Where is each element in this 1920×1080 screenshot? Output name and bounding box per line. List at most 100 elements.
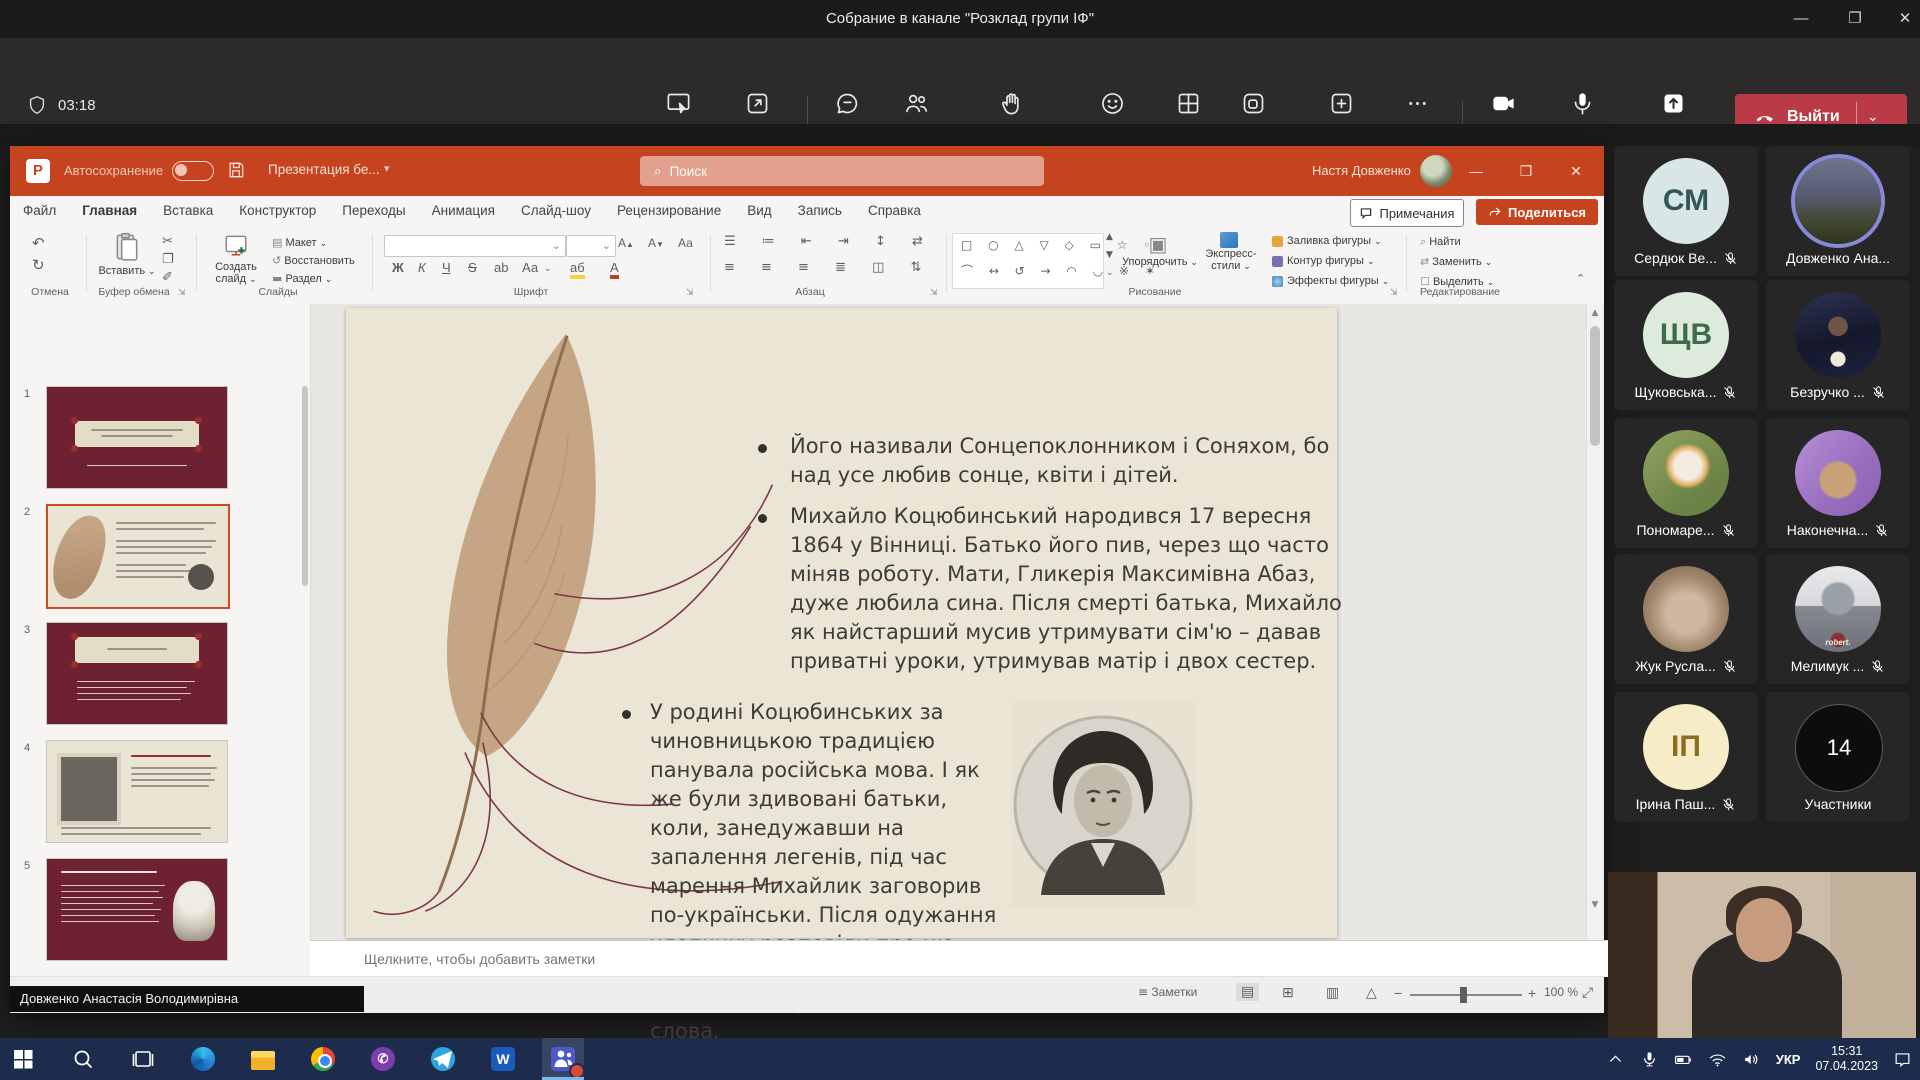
font-name-combobox[interactable]: ⌄ — [384, 235, 566, 257]
participant-tile[interactable]: СМ Сердюк Ве... — [1614, 146, 1758, 276]
increase-font-button[interactable]: А▲ — [618, 236, 634, 250]
camera-button[interactable]: Камера — [1482, 90, 1526, 138]
italic-button[interactable]: К — [418, 260, 426, 275]
doc-dropdown-icon[interactable]: ▾ — [384, 162, 390, 175]
copy-button[interactable]: ❐ — [162, 252, 174, 267]
participant-tile[interactable]: Жук Русла... — [1614, 554, 1758, 684]
chevron-down-icon[interactable]: ⌄ — [1857, 109, 1889, 125]
tab-record[interactable]: Запись — [785, 196, 855, 228]
chat-button[interactable]: Чат — [834, 90, 861, 138]
notes-toggle-button[interactable]: ≡ Заметки — [1138, 985, 1197, 999]
participants-count-tile[interactable]: 14 Участники — [1766, 692, 1910, 822]
participant-tile[interactable]: robert. Мелимук ... — [1766, 554, 1910, 684]
highlight-color-button[interactable]: аб — [570, 260, 585, 279]
autosave-toggle[interactable] — [172, 161, 214, 181]
telegram-icon[interactable] — [430, 1046, 456, 1072]
font-dialog-launcher[interactable]: ⇲ — [686, 288, 694, 298]
zoom-in-button[interactable]: + — [1528, 985, 1536, 1001]
document-title[interactable]: Презентация бе... — [268, 162, 380, 177]
change-case-button[interactable]: Аа — [522, 260, 538, 275]
slide-sorter-button[interactable]: ⊞ — [1282, 985, 1294, 1001]
tab-review[interactable]: Рецензирование — [604, 196, 734, 228]
clipboard-dialog-launcher[interactable]: ⇲ — [178, 288, 186, 298]
teams-close-button[interactable]: ✕ — [1890, 6, 1920, 32]
save-icon[interactable] — [226, 160, 246, 180]
ppt-minimize-button[interactable]: — — [1462, 158, 1490, 184]
manage-button[interactable]: Управлять — [648, 90, 709, 138]
reset-button[interactable]: ↺ Восстановить — [272, 254, 355, 267]
quick-styles-button[interactable]: Экспресс- стили ⌄ — [1200, 232, 1262, 272]
shapes-scroll-up[interactable]: ▲ — [1106, 232, 1113, 242]
thumbnail-scrollbar[interactable] — [302, 386, 308, 586]
edge-icon[interactable] — [190, 1046, 216, 1072]
chrome-icon[interactable] — [310, 1046, 336, 1072]
zoom-level[interactable]: 100 % — [1544, 985, 1578, 999]
zoom-out-button[interactable]: − — [1394, 985, 1402, 1001]
strikethrough-button[interactable]: S — [468, 260, 477, 275]
shape-fill-button[interactable]: Заливка фигуры ⌄ — [1272, 235, 1382, 247]
normal-view-button[interactable]: ▤ — [1236, 983, 1259, 1001]
teams-icon[interactable] — [550, 1046, 576, 1072]
zoom-slider-thumb[interactable] — [1460, 987, 1467, 1003]
replace-button[interactable]: ⇄ Заменить ⌄ — [1420, 255, 1492, 268]
ribbon-collapse-icon[interactable]: ⌃ — [1576, 272, 1585, 285]
notes-pane[interactable]: Щелкните, чтобы добавить заметки — [310, 940, 1658, 977]
participant-tile[interactable]: ІП Ірина Паш... — [1614, 692, 1758, 822]
tab-design[interactable]: Конструктор — [226, 196, 329, 228]
shapes-gallery[interactable]: □ ○ △ ▽ ◇ ▭ ☆ ◦ ⌒ ↔ ↺ → ◠ ◡ ※ ✶ — [952, 233, 1104, 289]
participant-tile[interactable]: Наконечна... — [1766, 418, 1910, 548]
paragraph-dialog-launcher[interactable]: ⇲ — [930, 288, 938, 298]
find-button[interactable]: ⌕ Найти — [1420, 235, 1461, 249]
redo-button[interactable]: ↻ — [32, 256, 45, 274]
battery-icon[interactable] — [1674, 1050, 1693, 1069]
comments-button[interactable]: Примечания — [1350, 199, 1464, 227]
underline-button[interactable]: Ч — [442, 260, 451, 275]
tab-home[interactable]: Главная — [69, 196, 150, 231]
paragraph-icons-row2[interactable]: ≡ ≡ ≡ ≣ ◫ ⇅ — [724, 260, 932, 275]
shape-effects-button[interactable]: Эффекты фигуры ⌄ — [1272, 275, 1389, 287]
tab-help[interactable]: Справка — [855, 196, 934, 228]
participant-tile[interactable]: ЩВ Щуковська... — [1614, 280, 1758, 410]
task-view-button[interactable] — [130, 1046, 156, 1072]
slide-thumbnail-4[interactable] — [46, 740, 228, 843]
tab-transitions[interactable]: Переходы — [329, 196, 418, 228]
view-button[interactable]: Вид — [1175, 90, 1202, 138]
file-explorer-icon[interactable] — [250, 1046, 276, 1072]
account-avatar[interactable] — [1420, 155, 1452, 187]
shape-outline-button[interactable]: Контур фигуры ⌄ — [1272, 255, 1375, 267]
scroll-down-icon[interactable]: ▼ — [1587, 900, 1603, 910]
decrease-font-button[interactable]: А▼ — [648, 236, 664, 250]
content-button[interactable]: Контент — [735, 90, 781, 138]
slide-thumbnail-3[interactable] — [46, 622, 228, 725]
language-indicator[interactable]: УКР — [1776, 1052, 1801, 1067]
search-button[interactable] — [70, 1046, 96, 1072]
slide-thumbnail-1[interactable] — [46, 386, 228, 489]
tray-expand-icon[interactable] — [1606, 1050, 1625, 1069]
scrollbar-thumb[interactable] — [1590, 326, 1600, 446]
volume-icon[interactable] — [1742, 1050, 1761, 1069]
new-slide-button[interactable]: Создать слайд ⌄ — [208, 232, 264, 285]
paste-button[interactable]: Вставить ⌄ — [98, 232, 156, 277]
tray-microphone-icon[interactable] — [1640, 1050, 1659, 1069]
slideshow-button[interactable]: △ — [1366, 985, 1377, 1001]
format-painter-button[interactable]: ✐ — [162, 270, 173, 285]
teams-restore-button[interactable]: ❐ — [1840, 6, 1870, 32]
viber-icon[interactable]: ✆ — [370, 1046, 396, 1072]
slide-scrollbar[interactable]: ▲ ▼ — [1586, 304, 1603, 940]
tab-view[interactable]: Вид — [734, 196, 784, 228]
self-video[interactable] — [1608, 872, 1916, 1038]
font-color-button[interactable]: А — [610, 260, 619, 279]
clock[interactable]: 15:31 07.04.2023 — [1815, 1044, 1878, 1074]
slide-canvas[interactable]: Його називали Сонцепоклонником і Соняхом… — [346, 308, 1337, 938]
action-center-icon[interactable] — [1893, 1050, 1912, 1069]
scroll-up-icon[interactable]: ▲ — [1587, 308, 1603, 318]
account-name[interactable]: Настя Довженко — [1312, 163, 1411, 178]
ppt-share-button[interactable]: Поделиться — [1476, 199, 1598, 225]
teams-minimize-button[interactable]: — — [1786, 6, 1816, 32]
participant-tile[interactable]: Довженко Ана... — [1766, 146, 1910, 276]
paragraph-icons-row1[interactable]: ☰ ≔ ⇤ ⇥ ↕ ⇄ — [724, 234, 934, 249]
more-button[interactable]: Еще — [1404, 90, 1431, 138]
undo-button[interactable]: ↶ — [32, 234, 45, 252]
start-button[interactable] — [10, 1046, 36, 1072]
tab-insert[interactable]: Вставка — [150, 196, 226, 228]
